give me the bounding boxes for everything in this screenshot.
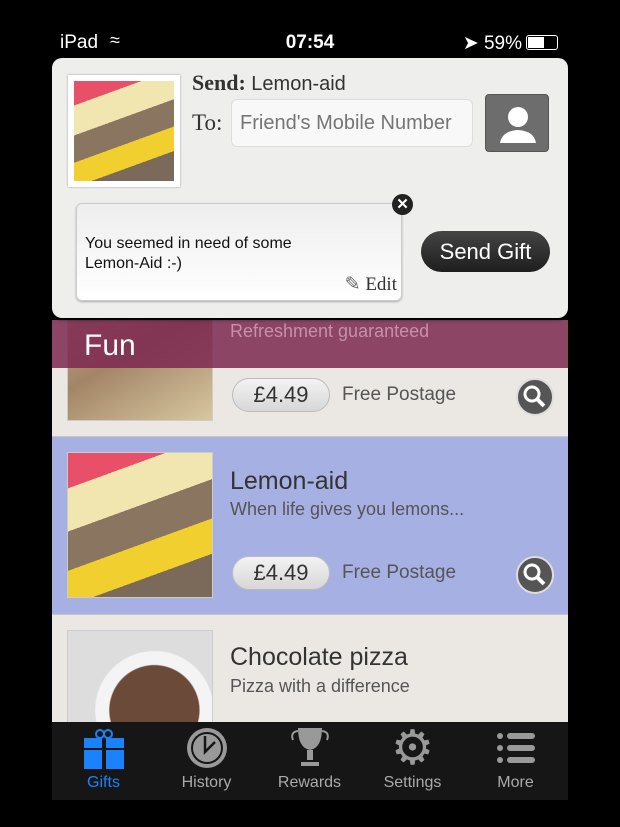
- tab-label: More: [497, 774, 534, 791]
- list-icon: [464, 722, 567, 774]
- product-title: Lemon-aid: [230, 467, 349, 495]
- postage-label: Free Postage: [342, 384, 457, 405]
- gift-image: [68, 75, 180, 187]
- price-badge[interactable]: £4.49: [232, 378, 330, 412]
- product-row-selected[interactable]: Lemon-aid When life gives you lemons... …: [52, 437, 568, 615]
- product-image: [67, 630, 213, 722]
- send-gift-button[interactable]: Send Gift: [421, 231, 550, 272]
- send-label: Send:: [192, 70, 246, 95]
- tab-rewards[interactable]: Rewards: [258, 722, 361, 800]
- product-image: [67, 452, 213, 598]
- product-list[interactable]: £4.49 Free Postage Lemon-aid When life g…: [52, 320, 568, 722]
- price-badge[interactable]: £4.49: [232, 556, 330, 590]
- gift-icon: [52, 722, 155, 774]
- tab-history[interactable]: History: [155, 722, 258, 800]
- tab-label: Rewards: [277, 774, 342, 791]
- to-label: To:: [192, 110, 223, 135]
- contacts-button[interactable]: [485, 94, 549, 152]
- battery: ➤ 59%: [463, 32, 558, 55]
- postage-label: Free Postage: [342, 562, 457, 583]
- location-icon: ➤: [462, 33, 479, 54]
- tab-label: Settings: [383, 774, 442, 791]
- trophy-icon: [258, 722, 361, 774]
- product-subtitle: Pizza with a difference: [230, 676, 410, 696]
- product-row[interactable]: Chocolate pizza Pizza with a difference: [52, 615, 568, 722]
- message-bubble[interactable]: You seemed in need of some Lemon-Aid :-)…: [76, 203, 402, 301]
- clock-icon: [155, 722, 258, 774]
- status-bar: iPad ≈ 07:54 ➤ 59%: [52, 30, 568, 56]
- tab-label: Gifts: [87, 774, 120, 791]
- product-subtitle: Refreshment guaranteed: [230, 321, 430, 341]
- tab-more[interactable]: More: [464, 722, 567, 800]
- tab-settings[interactable]: ⚙ Settings: [361, 722, 464, 800]
- close-message-icon[interactable]: ✕: [392, 194, 413, 215]
- mobile-number-input[interactable]: [231, 99, 473, 147]
- person-icon: [500, 107, 536, 143]
- gear-icon: ⚙: [390, 722, 435, 775]
- tab-bar: Gifts History Rewards ⚙ Settings More: [52, 722, 568, 800]
- gift-message: You seemed in need of some Lemon-Aid :-): [85, 235, 292, 272]
- search-icon[interactable]: [516, 378, 554, 416]
- search-icon[interactable]: [516, 556, 554, 594]
- product-subtitle: When life gives you lemons...: [230, 499, 465, 519]
- send-gift-panel: Send: Lemon-aid To: You seemed in need o…: [52, 58, 568, 318]
- send-row: Send: Lemon-aid: [192, 70, 346, 96]
- battery-icon: [526, 35, 558, 50]
- tab-gifts[interactable]: Gifts: [52, 722, 155, 800]
- product-title: Chocolate pizza: [230, 643, 408, 671]
- gift-name: Lemon-aid: [251, 73, 346, 95]
- tab-label: History: [181, 774, 232, 791]
- pencil-icon: ✎: [344, 274, 361, 295]
- edit-button[interactable]: ✎ Edit: [345, 273, 397, 296]
